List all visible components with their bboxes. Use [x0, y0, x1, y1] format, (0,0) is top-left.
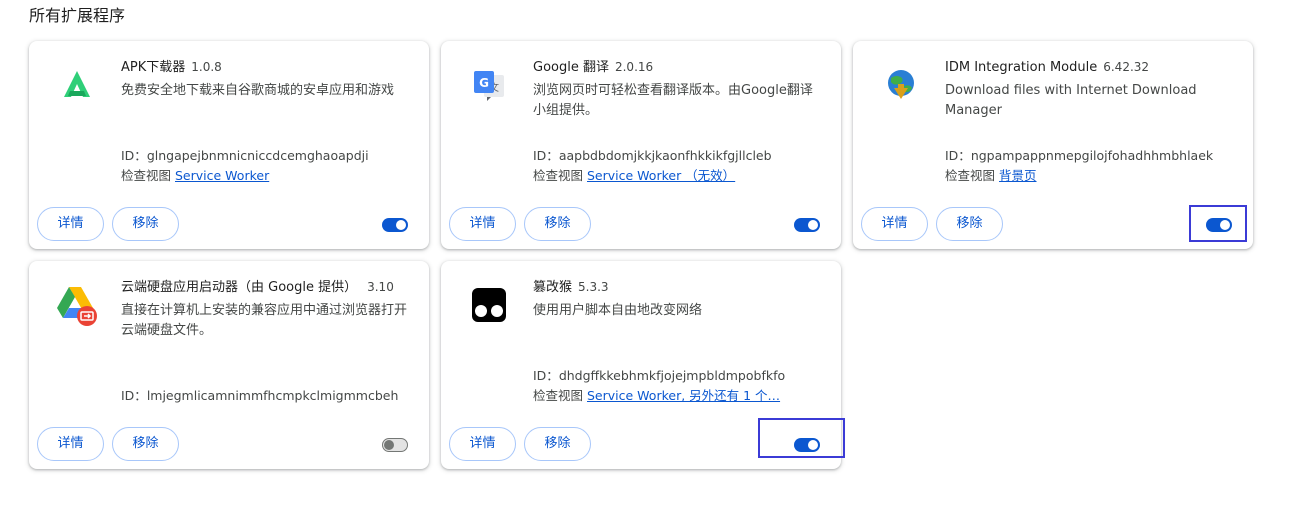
google-drive-launcher-icon	[53, 281, 101, 329]
inspect-view-link[interactable]: Service Worker	[175, 168, 269, 183]
extension-description: 使用用户脚本自由地改变网络	[533, 303, 703, 318]
inspect-views-row: 检查视图 Service Worker （无效）	[533, 166, 735, 186]
extension-version: 3.10	[367, 280, 394, 294]
remove-button[interactable]: 移除	[112, 427, 179, 461]
extension-id-row: ID：ngpampappnmepgilojfohadhhmbhlaek	[945, 146, 1213, 166]
apk-downloader-icon	[53, 61, 101, 109]
extension-id: dhdgffkkebhmkfjojejmpbldmpobfkfo	[558, 368, 786, 383]
section-title: 所有扩展程序	[29, 6, 126, 25]
extension-id-row: ID：dhdgffkkebhmkfjojejmpbldmpobfkfo	[533, 366, 785, 386]
extension-name: Google 翻译	[533, 60, 609, 75]
extension-card-drive-launcher: 云端硬盘应用启动器（由 Google 提供） 3.10 直接在计算机上安装的兼容应…	[29, 261, 429, 469]
details-button[interactable]: 详情	[449, 207, 516, 241]
extension-description: 直接在计算机上安装的兼容应用中通过浏览器打开云端硬盘文件。	[121, 303, 408, 338]
extension-version: 2.0.16	[614, 60, 654, 74]
idm-icon	[877, 61, 925, 109]
toggle-knob	[396, 220, 406, 230]
toggle-knob	[808, 220, 818, 230]
extension-id: lmjegmlicamnimmfhcmpkclmigmmcbeh	[146, 388, 399, 403]
extension-description: Download files with Internet Download Ma…	[945, 83, 1197, 118]
id-label: ID：	[533, 368, 559, 383]
details-button[interactable]: 详情	[37, 427, 104, 461]
tampermonkey-icon	[465, 281, 513, 329]
extension-id: glngapejbnmnicniccdcemghaoapdji	[146, 148, 369, 163]
id-label: ID：	[945, 148, 971, 163]
extension-id-row: ID：glngapejbnmnicniccdcemghaoapdji	[121, 146, 369, 166]
details-button[interactable]: 详情	[861, 207, 928, 241]
toggle-knob	[384, 440, 394, 450]
extension-description: 免费安全地下载来自谷歌商城的安卓应用和游戏	[121, 83, 395, 98]
inspect-view-link[interactable]: 背景页	[999, 168, 1037, 183]
google-translate-icon: 文 G	[465, 61, 513, 109]
id-label: ID：	[533, 148, 559, 163]
extension-version: 6.42.32	[1103, 60, 1150, 74]
inspect-views-label: 检查视图	[121, 168, 172, 183]
extension-name: APK下载器	[121, 60, 186, 75]
enable-toggle[interactable]	[794, 218, 820, 232]
focus-highlight	[758, 418, 845, 458]
inspect-views-row: 检查视图 Service Worker	[121, 166, 269, 186]
id-label: ID：	[121, 388, 147, 403]
extension-description: 浏览网页时可轻松查看翻译版本。由Google翻译小组提供。	[533, 83, 813, 118]
enable-toggle[interactable]	[382, 438, 408, 452]
extension-name: 云端硬盘应用启动器（由 Google 提供）	[121, 280, 358, 295]
remove-button[interactable]: 移除	[112, 207, 179, 241]
focus-highlight	[1189, 205, 1247, 242]
inspect-view-link[interactable]: Service Worker （无效）	[587, 168, 735, 183]
extension-id-row: ID：aapbdbdomjkkjkaonfhkkikfgjllcleb	[533, 146, 772, 166]
remove-button[interactable]: 移除	[524, 207, 591, 241]
inspect-views-label: 检查视图	[533, 388, 584, 403]
extension-version: 5.3.3	[578, 280, 609, 294]
details-button[interactable]: 详情	[449, 427, 516, 461]
svg-text:G: G	[479, 76, 489, 90]
extension-card-google-translate: 文 G Google 翻译 2.0.16 浏览网页时可轻松查看翻译版本。由Goog…	[441, 41, 841, 249]
id-label: ID：	[121, 148, 147, 163]
inspect-views-label: 检查视图	[945, 168, 996, 183]
extension-name: IDM Integration Module	[945, 60, 1098, 75]
extension-id: ngpampappnmepgilojfohadhhmbhlaek	[970, 148, 1214, 163]
remove-button[interactable]: 移除	[936, 207, 1003, 241]
extension-id-row: ID：lmjegmlicamnimmfhcmpkclmigmmcbeh	[121, 386, 398, 406]
inspect-views-row: 检查视图 Service Worker, 另外还有 1 个…	[533, 386, 780, 406]
inspect-view-link[interactable]: Service Worker, 另外还有 1 个…	[587, 388, 780, 403]
extension-version: 1.0.8	[191, 60, 222, 74]
remove-button[interactable]: 移除	[524, 427, 591, 461]
enable-toggle[interactable]	[382, 218, 408, 232]
inspect-views-row: 检查视图 背景页	[945, 166, 1037, 186]
extension-card-apk-downloader: APK下载器 1.0.8 免费安全地下载来自谷歌商城的安卓应用和游戏 ID：gln…	[29, 41, 429, 249]
extension-name: 篡改猴	[533, 280, 573, 295]
details-button[interactable]: 详情	[37, 207, 104, 241]
extension-id: aapbdbdomjkkjkaonfhkkikfgjllcleb	[558, 148, 772, 163]
inspect-views-label: 检查视图	[533, 168, 584, 183]
